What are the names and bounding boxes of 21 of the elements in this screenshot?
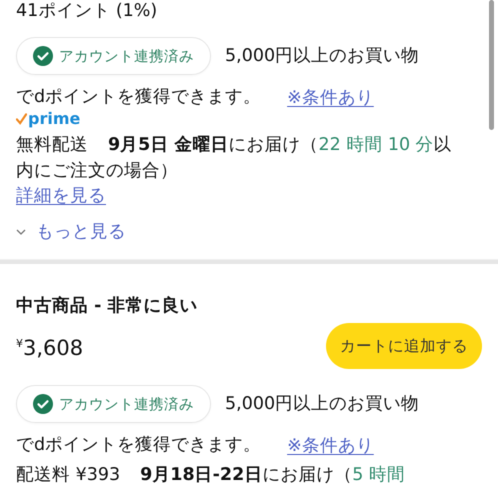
conditions-link[interactable]: ※条件あり (287, 85, 374, 109)
show-more-link[interactable]: もっと見る (16, 220, 126, 244)
dpoint-text: 5,000円以上のお買い物 (225, 45, 420, 68)
prime-logo: prime (16, 110, 80, 128)
scrollbar[interactable] (489, 0, 494, 130)
check-circle-icon (33, 394, 53, 414)
account-linked-badge: アカウント連携済み (16, 385, 211, 423)
dpoint-text: でdポイントを獲得できます。 (16, 86, 262, 109)
price: $^{¥}$3,608 (16, 335, 84, 361)
caret-icon (16, 229, 26, 235)
delivery-text: 無料配送 9月5日 金曜日 にお届け（22 時間 10 分以内にご注文の場合） (16, 134, 453, 183)
details-link[interactable]: 詳細を見る (16, 184, 106, 208)
add-to-cart-button[interactable]: カートに追加する (326, 323, 482, 369)
delivery-text: 配送料 ¥393 9月18日-22日 にお届け（5 時間 (16, 464, 406, 487)
points-text: 41ポイント (1%) (16, 0, 158, 22)
check-circle-icon (33, 46, 53, 66)
dpoint-text: でdポイントを獲得できます。 (16, 434, 262, 457)
account-linked-badge: アカウント連携済み (16, 37, 211, 75)
conditions-link[interactable]: ※条件あり (287, 433, 374, 457)
dpoint-text: 5,000円以上のお買い物 (225, 393, 420, 416)
condition-heading: 中古商品 - 非常に良い (16, 294, 198, 318)
